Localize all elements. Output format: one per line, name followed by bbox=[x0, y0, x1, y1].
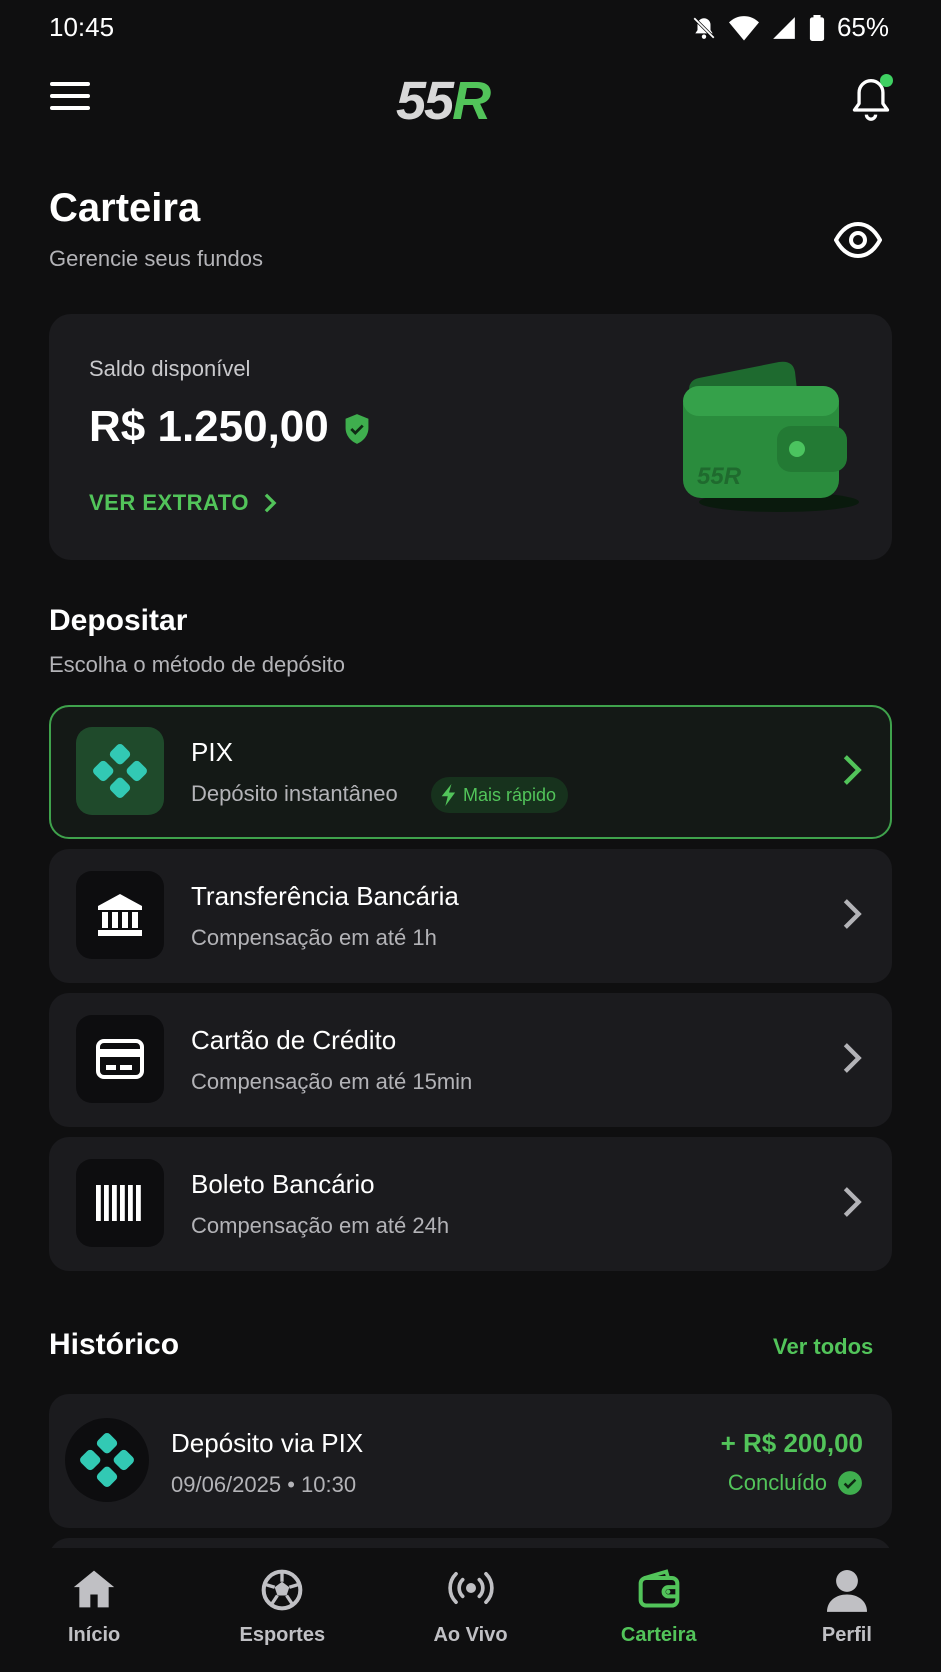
balance-card: Saldo disponível R$ 1.250,00 VER EXTRATO… bbox=[49, 314, 892, 560]
nav-item-label: Perfil bbox=[821, 1624, 872, 1646]
nav-item-label: Carteira bbox=[620, 1624, 697, 1646]
battery-icon bbox=[809, 14, 825, 41]
signal-icon bbox=[773, 16, 795, 39]
method-title: PIX bbox=[191, 737, 233, 767]
eye-icon bbox=[833, 221, 883, 259]
pix-icon bbox=[93, 744, 147, 798]
history-title: Histórico bbox=[49, 1328, 180, 1361]
credit-card-icon-box bbox=[76, 1015, 164, 1103]
app-logo: 55R bbox=[396, 71, 491, 131]
nav-item-label: Início bbox=[67, 1624, 121, 1646]
chevron-right-icon bbox=[843, 899, 862, 929]
bank-icon-box bbox=[76, 871, 164, 959]
status-icons: 65% bbox=[691, 12, 889, 43]
deposit-method-boleto[interactable]: Boleto Bancário Compensação em até 24h bbox=[49, 1137, 892, 1271]
notifications-button[interactable] bbox=[849, 74, 893, 124]
user-icon bbox=[826, 1570, 867, 1612]
deposit-title: Depositar bbox=[49, 604, 188, 637]
method-subtitle: Depósito instantâneo bbox=[191, 781, 398, 806]
app-bar: 55R bbox=[0, 64, 941, 136]
nav-item-inicio[interactable]: Início bbox=[0, 1548, 188, 1672]
wallet-illustration-logo: 55R bbox=[697, 463, 742, 490]
wallet-illustration: 55R bbox=[669, 350, 869, 520]
fastest-badge: Mais rápido bbox=[431, 777, 569, 813]
do-not-disturb-icon bbox=[693, 16, 715, 39]
history-item-status-label: Concluído bbox=[727, 1470, 827, 1495]
nav-item-carteira[interactable]: Carteira bbox=[565, 1548, 753, 1672]
bank-icon bbox=[98, 894, 142, 936]
method-subtitle: Compensação em até 15min bbox=[191, 1069, 473, 1094]
notification-dot bbox=[880, 74, 893, 87]
view-statement-link[interactable]: VER EXTRATO bbox=[89, 490, 277, 516]
check-circle-icon bbox=[838, 1471, 862, 1495]
method-title: Cartão de Crédito bbox=[191, 1025, 397, 1055]
history-item-amount: + R$ 200,00 bbox=[720, 1428, 863, 1458]
status-time: 10:45 bbox=[49, 12, 115, 42]
wallet-icon bbox=[638, 1569, 680, 1608]
menu-button[interactable] bbox=[50, 82, 90, 114]
deposit-method-credit-card[interactable]: Cartão de Crédito Compensação em até 15m… bbox=[49, 993, 892, 1127]
status-bar: 10:45 65% bbox=[0, 0, 941, 56]
nav-item-perfil[interactable]: Perfil bbox=[753, 1548, 941, 1672]
see-all-history-link[interactable]: Ver todos bbox=[773, 1334, 873, 1360]
chevron-right-icon bbox=[264, 493, 277, 513]
history-item[interactable]: Depósito via PIX 09/06/2025 • 10:30 + R$… bbox=[49, 1394, 892, 1528]
bottom-navigation: Início Esportes Ao Vivo Carteira Perfil bbox=[0, 1548, 941, 1672]
balance-value: R$ 1.250,00 bbox=[89, 402, 329, 451]
deposit-method-bank-transfer[interactable]: Transferência Bancária Compensação em at… bbox=[49, 849, 892, 983]
fastest-badge-label: Mais rápido bbox=[463, 784, 557, 805]
method-subtitle: Compensação em até 1h bbox=[191, 925, 437, 950]
chevron-right-icon bbox=[843, 1043, 862, 1073]
shield-check-icon bbox=[345, 414, 369, 444]
history-item-status: Concluído bbox=[728, 1470, 863, 1496]
method-title: Boleto Bancário bbox=[191, 1169, 375, 1199]
method-subtitle: Compensação em até 24h bbox=[191, 1213, 450, 1238]
deposit-subtitle: Escolha o método de depósito bbox=[49, 652, 345, 677]
view-statement-label: VER EXTRATO bbox=[89, 490, 249, 515]
pix-icon bbox=[80, 1433, 134, 1487]
nav-item-label: Ao Vivo bbox=[433, 1624, 508, 1646]
page-subtitle: Gerencie seus fundos bbox=[49, 246, 264, 271]
balance-value-row: R$ 1.250,00 bbox=[89, 402, 371, 452]
chevron-right-icon bbox=[843, 755, 862, 785]
barcode-icon bbox=[96, 1185, 141, 1221]
battery-percent: 65% bbox=[836, 12, 889, 42]
pix-icon-box bbox=[76, 727, 164, 815]
hamburger-icon bbox=[50, 82, 90, 86]
home-icon bbox=[73, 1570, 115, 1608]
history-item-title: Depósito via PIX bbox=[171, 1428, 364, 1458]
history-item-icon-box bbox=[65, 1418, 149, 1502]
live-broadcast-icon bbox=[447, 1572, 494, 1604]
wifi-icon bbox=[728, 15, 759, 40]
nav-item-ao-vivo[interactable]: Ao Vivo bbox=[376, 1548, 564, 1672]
deposit-method-pix[interactable]: PIX Depósito instantâneo Mais rápido bbox=[49, 705, 892, 839]
page-title: Carteira bbox=[49, 186, 201, 230]
toggle-balance-visibility-button[interactable] bbox=[833, 220, 883, 260]
method-title: Transferência Bancária bbox=[191, 881, 459, 911]
nav-item-label: Esportes bbox=[239, 1624, 326, 1646]
lightning-icon bbox=[441, 784, 456, 806]
soccer-ball-icon bbox=[261, 1569, 303, 1611]
balance-label: Saldo disponível bbox=[89, 356, 251, 381]
chevron-right-icon bbox=[843, 1187, 862, 1217]
barcode-icon-box bbox=[76, 1159, 164, 1247]
nav-item-esportes[interactable]: Esportes bbox=[188, 1548, 376, 1672]
history-item-date: 09/06/2025 • 10:30 bbox=[171, 1472, 357, 1497]
credit-card-icon bbox=[96, 1039, 144, 1079]
